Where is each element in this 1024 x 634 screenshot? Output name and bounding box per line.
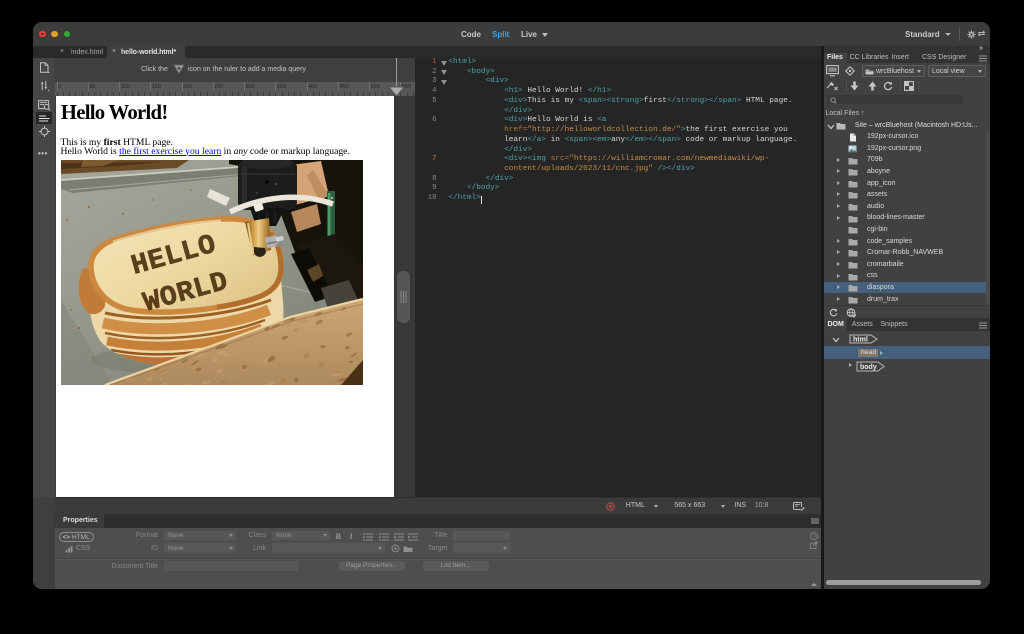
svg-text:html: html — [853, 336, 868, 343]
svg-text:?: ? — [812, 534, 815, 540]
svg-text:body: body — [860, 364, 877, 371]
